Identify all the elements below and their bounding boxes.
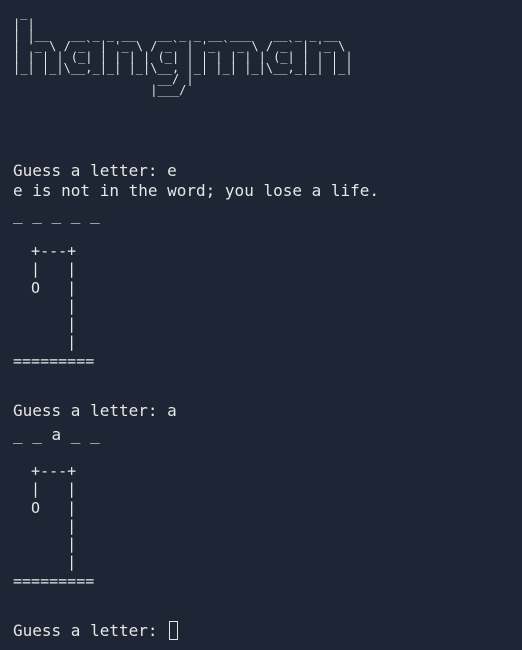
current-prompt: Guess a letter:	[13, 621, 168, 640]
text-cursor[interactable]	[169, 621, 179, 640]
guess-prompt-2: Guess a letter: a	[13, 401, 177, 420]
terminal-window[interactable]: _ | | | |__ __ _ _ __ __ _ _ __ ___ __ _…	[0, 0, 522, 650]
guess-prompt-1: Guess a letter: e	[13, 161, 177, 180]
word-progress-2: _ _ a _ _	[13, 425, 100, 444]
gallows-drawing-2: +---+ | | O | | | | =========	[13, 462, 95, 590]
feedback-message: e is not in the word; you lose a life.	[13, 181, 380, 200]
gallows-drawing-1: +---+ | | O | | | | =========	[13, 242, 95, 370]
word-progress-1: _ _ _ _ _	[13, 205, 100, 224]
input-line[interactable]: Guess a letter:	[13, 621, 179, 641]
hangman-ascii-logo: _ | | | |__ __ _ _ __ __ _ _ __ ___ __ _…	[13, 6, 353, 97]
